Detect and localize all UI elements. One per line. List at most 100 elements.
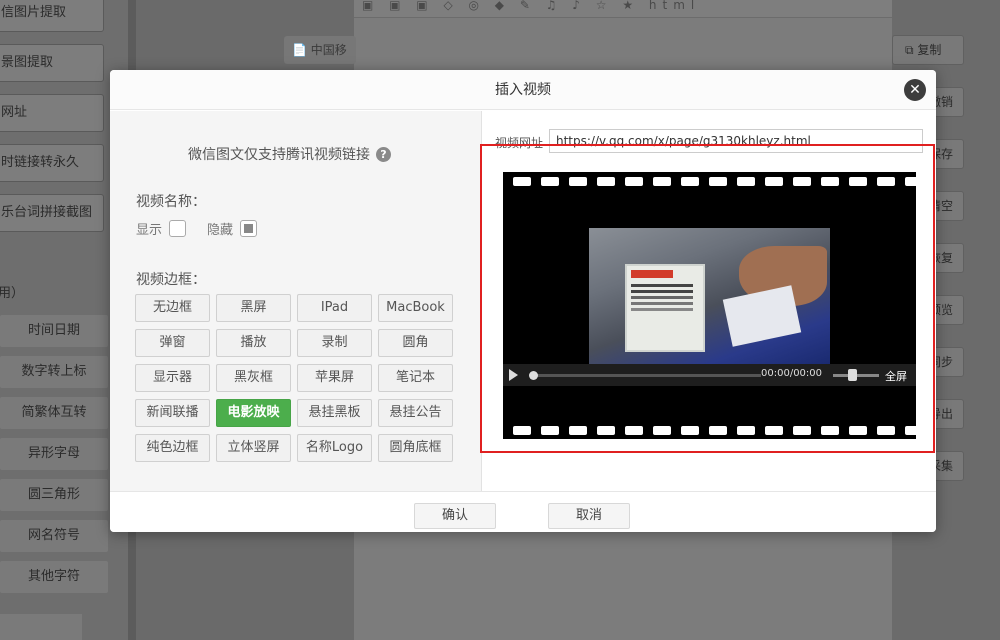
progress-knob[interactable] (529, 371, 538, 380)
sprocket-hole (793, 177, 811, 186)
border-style-button[interactable]: 显示器 (135, 364, 210, 392)
sprocket-hole (849, 177, 867, 186)
copy-label: 复制 (917, 43, 942, 57)
border-style-button[interactable]: 新闻联播 (135, 399, 210, 427)
sprocket-hole (681, 177, 699, 186)
sprocket-hole (737, 426, 755, 435)
sprocket-hole (541, 177, 559, 186)
progress-bar[interactable] (529, 371, 761, 380)
sprocket-hole (625, 426, 643, 435)
sidebar-item-other-chars[interactable]: 其他字符 (0, 561, 108, 593)
sidebar-item-nickname-symbols[interactable]: 网名符号 (0, 520, 108, 552)
video-url-label: 视频网址 (495, 136, 544, 150)
border-style-button[interactable]: 黑屏 (216, 294, 291, 322)
sidebar-item-trad-simp[interactable]: 简繁体互转 (0, 397, 108, 429)
sprocket-hole (625, 177, 643, 186)
player-controls: 00:00/00:00 全屏 (503, 364, 916, 386)
border-style-button[interactable]: IPad (297, 294, 372, 322)
copy-icon: ⧉ (905, 43, 914, 57)
options-panel: 微信图文仅支持腾讯视频链接? 视频名称： 显示 隐藏 视频边框： 无边框 黑屏 … (110, 111, 482, 491)
confirm-button[interactable]: 确认 (414, 503, 496, 529)
hide-option-label: 隐藏 (207, 223, 234, 238)
editor-toolbar[interactable]: ▣ ▣ ▣ ◇ ◎ ◆ ✎ ♫ ♪ ☆ ★ html (354, 0, 892, 18)
left-sidebar: 信图片提取 景图提取 网址 时链接转永久 乐台词拼接截图 用） 时间日期 数字转… (0, 0, 128, 640)
sprocket-hole (905, 177, 916, 186)
sprocket-hole (877, 177, 895, 186)
sprocket-hole (765, 426, 783, 435)
sprocket-hole (905, 426, 916, 435)
sidebar-section-label: 用） (0, 286, 25, 301)
document-chip[interactable]: 📄 中国移 (284, 36, 356, 64)
border-style-button[interactable]: 悬挂公告 (378, 399, 453, 427)
border-style-button[interactable]: 无边框 (135, 294, 210, 322)
sidebar-bottom-button[interactable] (0, 614, 82, 640)
dialog-title: 插入视频 (495, 82, 551, 98)
film-strip-bottom (503, 421, 916, 439)
paper-image (722, 285, 802, 347)
border-style-button[interactable]: 播放 (216, 329, 291, 357)
hint-text: 微信图文仅支持腾讯视频链接 (188, 147, 370, 163)
video-url-input[interactable] (549, 129, 923, 153)
copy-button[interactable]: ⧉ 复制 (892, 35, 964, 65)
border-style-button[interactable]: 悬挂黑板 (297, 399, 372, 427)
sidebar-item-fancy-letters[interactable]: 异形字母 (0, 438, 108, 470)
volume-knob[interactable] (848, 369, 857, 381)
medicine-box-image (625, 264, 705, 352)
sidebar-item-datetime[interactable]: 时间日期 (0, 315, 108, 347)
close-icon[interactable]: ✕ (904, 79, 926, 101)
sprocket-hole (709, 426, 727, 435)
sprocket-hole (513, 426, 531, 435)
dialog-footer: 确认 取消 (110, 491, 936, 532)
fullscreen-button[interactable]: 全屏 (885, 368, 907, 384)
border-style-button[interactable]: 立体竖屏 (216, 434, 291, 462)
sprocket-hole (737, 177, 755, 186)
sprocket-hole (821, 177, 839, 186)
border-style-grid: 无边框 黑屏 IPad MacBook 弹窗 播放 录制 圆角 显示器 黑灰框 … (135, 294, 457, 462)
sidebar-button-subtitle-screenshot[interactable]: 乐台词拼接截图 (0, 194, 104, 232)
sidebar-button-image-extract[interactable]: 信图片提取 (0, 0, 104, 32)
dialog-header: 插入视频 (110, 70, 936, 110)
video-thumbnail (589, 228, 830, 364)
sidebar-item-circle-triangle[interactable]: 圆三角形 (0, 479, 108, 511)
video-name-label: 视频名称： (136, 194, 206, 210)
help-icon[interactable]: ? (376, 147, 391, 162)
border-style-button[interactable]: 名称Logo (297, 434, 372, 462)
sidebar-button-bg-extract[interactable]: 景图提取 (0, 44, 104, 82)
insert-video-dialog: 插入视频 ✕ 微信图文仅支持腾讯视频链接? 视频名称： 显示 隐藏 视频边框： … (110, 70, 936, 532)
video-preview: 00:00/00:00 全屏 (503, 172, 916, 439)
sprocket-hole (653, 426, 671, 435)
border-style-button[interactable]: 录制 (297, 329, 372, 357)
wechat-hint: 微信图文仅支持腾讯视频链接? (188, 144, 391, 164)
show-option-label: 显示 (136, 223, 163, 238)
border-style-button[interactable]: 纯色边框 (135, 434, 210, 462)
sprocket-hole (569, 177, 587, 186)
sprocket-hole (513, 177, 531, 186)
border-style-button[interactable]: 苹果屏 (297, 364, 372, 392)
border-style-button[interactable]: 笔记本 (378, 364, 453, 392)
border-style-button[interactable]: 弹窗 (135, 329, 210, 357)
cancel-button[interactable]: 取消 (548, 503, 630, 529)
video-border-label: 视频边框： (136, 272, 206, 288)
sprocket-hole (569, 426, 587, 435)
time-readout: 00:00/00:00 (761, 368, 823, 379)
sidebar-item-superscript[interactable]: 数字转上标 (0, 356, 108, 388)
hide-checkbox[interactable] (240, 220, 257, 237)
border-style-button[interactable]: 电影放映 (216, 399, 291, 427)
sidebar-button-link-permanent[interactable]: 时链接转永久 (0, 144, 104, 182)
play-icon[interactable] (509, 369, 518, 381)
sprocket-hole (793, 426, 811, 435)
show-checkbox[interactable] (169, 220, 186, 237)
sprocket-hole (765, 177, 783, 186)
film-strip-top (503, 172, 916, 190)
sprocket-hole (653, 177, 671, 186)
sprocket-hole (597, 426, 615, 435)
sidebar-button-url[interactable]: 网址 (0, 94, 104, 132)
sprocket-hole (709, 177, 727, 186)
sprocket-hole (877, 426, 895, 435)
border-style-button[interactable]: 黑灰框 (216, 364, 291, 392)
border-style-button[interactable]: 圆角 (378, 329, 453, 357)
sprocket-hole (597, 177, 615, 186)
border-style-button[interactable]: MacBook (378, 294, 453, 322)
sprocket-hole (541, 426, 559, 435)
border-style-button[interactable]: 圆角底框 (378, 434, 453, 462)
